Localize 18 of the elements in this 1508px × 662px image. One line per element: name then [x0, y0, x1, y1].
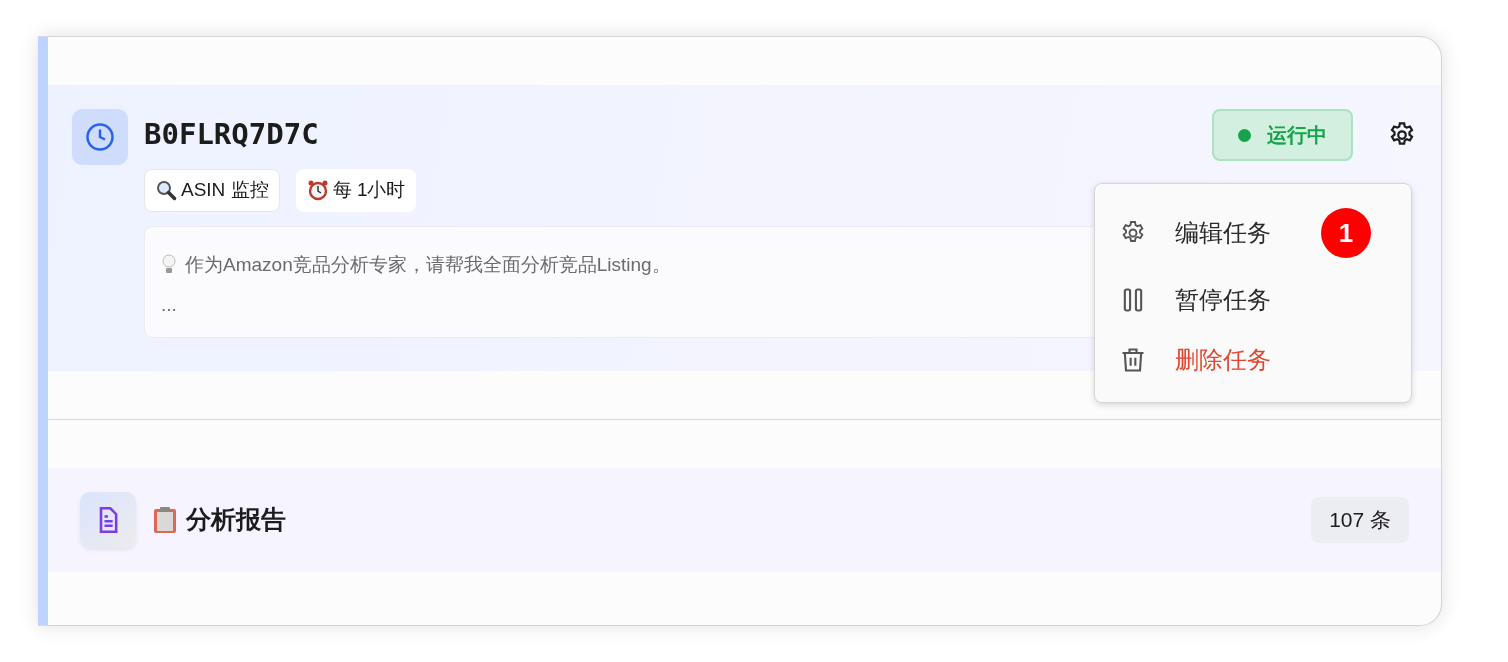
alarm-clock-icon: [306, 179, 329, 202]
task-title: B0FLRQ7D7C: [144, 116, 319, 153]
document-icon: [80, 492, 136, 548]
tag-chip: ASIN 监控: [144, 169, 280, 212]
report-title: 分析报告: [186, 504, 286, 536]
prompt-text: 作为Amazon竞品分析专家，请帮我全面分析竞品Listing。: [185, 252, 671, 277]
prompt-text: ...: [161, 292, 177, 317]
menu-item[interactable]: 编辑任务 1: [1095, 196, 1411, 270]
tag-chip: 每 1小时: [295, 169, 417, 212]
clipboard-icon: [152, 506, 178, 534]
clock-icon: [72, 109, 128, 165]
lightbulb-icon: [161, 253, 177, 276]
search-icon: [155, 179, 177, 202]
status-badge: 运行中: [1212, 109, 1353, 161]
menu-item[interactable]: 暂停任务: [1095, 270, 1411, 330]
count-badge: 1: [1321, 208, 1371, 258]
menu-item[interactable]: 删除任务: [1095, 330, 1411, 390]
report-count: 107 条: [1311, 497, 1409, 543]
